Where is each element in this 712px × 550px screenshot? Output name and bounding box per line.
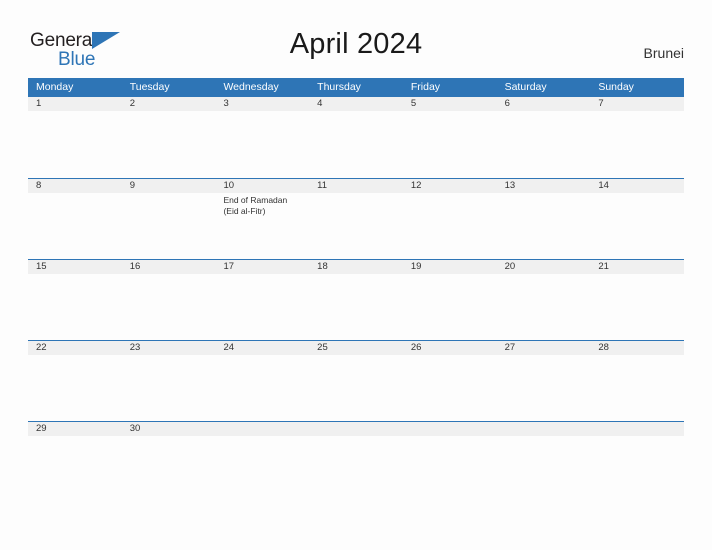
day-number[interactable]: 5 [403, 97, 497, 111]
day-cell[interactable] [497, 193, 591, 259]
day-number[interactable]: 14 [590, 179, 684, 193]
week-row: 1 2 3 4 5 6 7 [28, 97, 684, 178]
day-cell[interactable] [403, 355, 497, 421]
day-cell[interactable] [309, 193, 403, 259]
day-number-empty [497, 422, 591, 436]
day-number[interactable]: 25 [309, 341, 403, 355]
day-number[interactable]: 27 [497, 341, 591, 355]
holiday-label: End of Ramadan [223, 195, 288, 205]
day-cell[interactable] [28, 193, 122, 259]
day-number[interactable]: 20 [497, 260, 591, 274]
day-number[interactable]: 28 [590, 341, 684, 355]
day-cell[interactable] [590, 111, 684, 177]
day-number[interactable]: 4 [309, 97, 403, 111]
week-event-band: End of Ramadan (Eid al-Fitr) [28, 193, 684, 259]
day-cell[interactable] [122, 111, 216, 177]
week-event-band [28, 355, 684, 421]
day-number[interactable]: 9 [122, 179, 216, 193]
country-label: Brunei [643, 45, 684, 61]
week-date-band: 15 16 17 18 19 20 21 [28, 259, 684, 274]
day-number[interactable]: 21 [590, 260, 684, 274]
day-number[interactable]: 18 [309, 260, 403, 274]
day-number[interactable]: 26 [403, 341, 497, 355]
week-date-band: 22 23 24 25 26 27 28 [28, 340, 684, 355]
week-date-band: 29 30 [28, 421, 684, 436]
day-cell[interactable] [28, 111, 122, 177]
day-number[interactable]: 16 [122, 260, 216, 274]
day-number[interactable]: 1 [28, 97, 122, 111]
day-cell[interactable] [122, 274, 216, 340]
day-number[interactable]: 8 [28, 179, 122, 193]
weekday-header-monday: Monday [36, 81, 74, 93]
day-cell[interactable] [497, 111, 591, 177]
day-number[interactable]: 17 [215, 260, 309, 274]
weekday-header-sunday: Sunday [598, 81, 634, 93]
day-cell[interactable] [497, 355, 591, 421]
day-cell[interactable] [28, 436, 122, 502]
day-number[interactable]: 2 [122, 97, 216, 111]
week-event-band [28, 274, 684, 340]
day-number[interactable]: 29 [28, 422, 122, 436]
week-event-band [28, 436, 684, 502]
day-cell[interactable] [309, 111, 403, 177]
day-cell[interactable] [122, 193, 216, 259]
day-number[interactable]: 24 [215, 341, 309, 355]
day-cell[interactable] [28, 355, 122, 421]
weekday-header-thursday: Thursday [317, 81, 361, 93]
day-number[interactable]: 19 [403, 260, 497, 274]
day-number-empty [309, 422, 403, 436]
week-row: 29 30 [28, 421, 684, 502]
week-row: 8 9 10 11 12 13 14 End of Ramadan (Eid a… [28, 178, 684, 259]
day-cell[interactable] [28, 274, 122, 340]
day-cell[interactable] [590, 193, 684, 259]
day-number[interactable]: 11 [309, 179, 403, 193]
weekday-header-row: Monday Tuesday Wednesday Thursday Friday… [28, 78, 684, 97]
day-cell-empty [590, 436, 684, 502]
weekday-header-friday: Friday [410, 81, 441, 93]
page-header: General Blue April 2024 Brunei [0, 0, 712, 78]
day-cell[interactable] [497, 274, 591, 340]
day-cell-empty [215, 436, 309, 502]
day-number[interactable]: 7 [590, 97, 684, 111]
weekday-header-tuesday: Tuesday [129, 81, 170, 93]
day-cell[interactable] [309, 274, 403, 340]
day-number-empty [215, 422, 309, 436]
day-cell[interactable] [403, 193, 497, 259]
day-number-empty [590, 422, 684, 436]
day-cell-empty [403, 436, 497, 502]
week-date-band: 8 9 10 11 12 13 14 [28, 178, 684, 193]
day-cell[interactable] [215, 111, 309, 177]
day-cell[interactable] [309, 355, 403, 421]
day-number-empty [403, 422, 497, 436]
day-number[interactable]: 30 [122, 422, 216, 436]
day-cell-empty [309, 436, 403, 502]
weekday-header-wednesday: Wednesday [223, 81, 279, 93]
day-cell[interactable] [215, 355, 309, 421]
week-event-band [28, 111, 684, 177]
day-number[interactable]: 10 [215, 179, 309, 193]
page-title: April 2024 [289, 28, 423, 60]
day-cell[interactable] [122, 355, 216, 421]
day-number[interactable]: 15 [28, 260, 122, 274]
day-cell[interactable] [122, 436, 216, 502]
day-number[interactable]: 3 [215, 97, 309, 111]
day-cell[interactable] [215, 274, 309, 340]
day-number[interactable]: 6 [497, 97, 591, 111]
holiday-label: (Eid al-Fitr) [223, 206, 266, 216]
day-cell[interactable] [403, 111, 497, 177]
week-date-band: 1 2 3 4 5 6 7 [28, 97, 684, 111]
calendar-grid: Monday Tuesday Wednesday Thursday Friday… [28, 78, 684, 502]
day-cell[interactable] [590, 274, 684, 340]
day-cell[interactable] [590, 355, 684, 421]
day-cell-empty [497, 436, 591, 502]
week-row: 22 23 24 25 26 27 28 [28, 340, 684, 421]
day-number[interactable]: 12 [403, 179, 497, 193]
day-number[interactable]: 23 [122, 341, 216, 355]
day-cell[interactable] [403, 274, 497, 340]
day-number[interactable]: 13 [497, 179, 591, 193]
day-cell-holiday[interactable]: End of Ramadan (Eid al-Fitr) [215, 193, 309, 259]
day-number[interactable]: 22 [28, 341, 122, 355]
weekday-header-saturday: Saturday [504, 81, 547, 93]
week-row: 15 16 17 18 19 20 21 [28, 259, 684, 340]
